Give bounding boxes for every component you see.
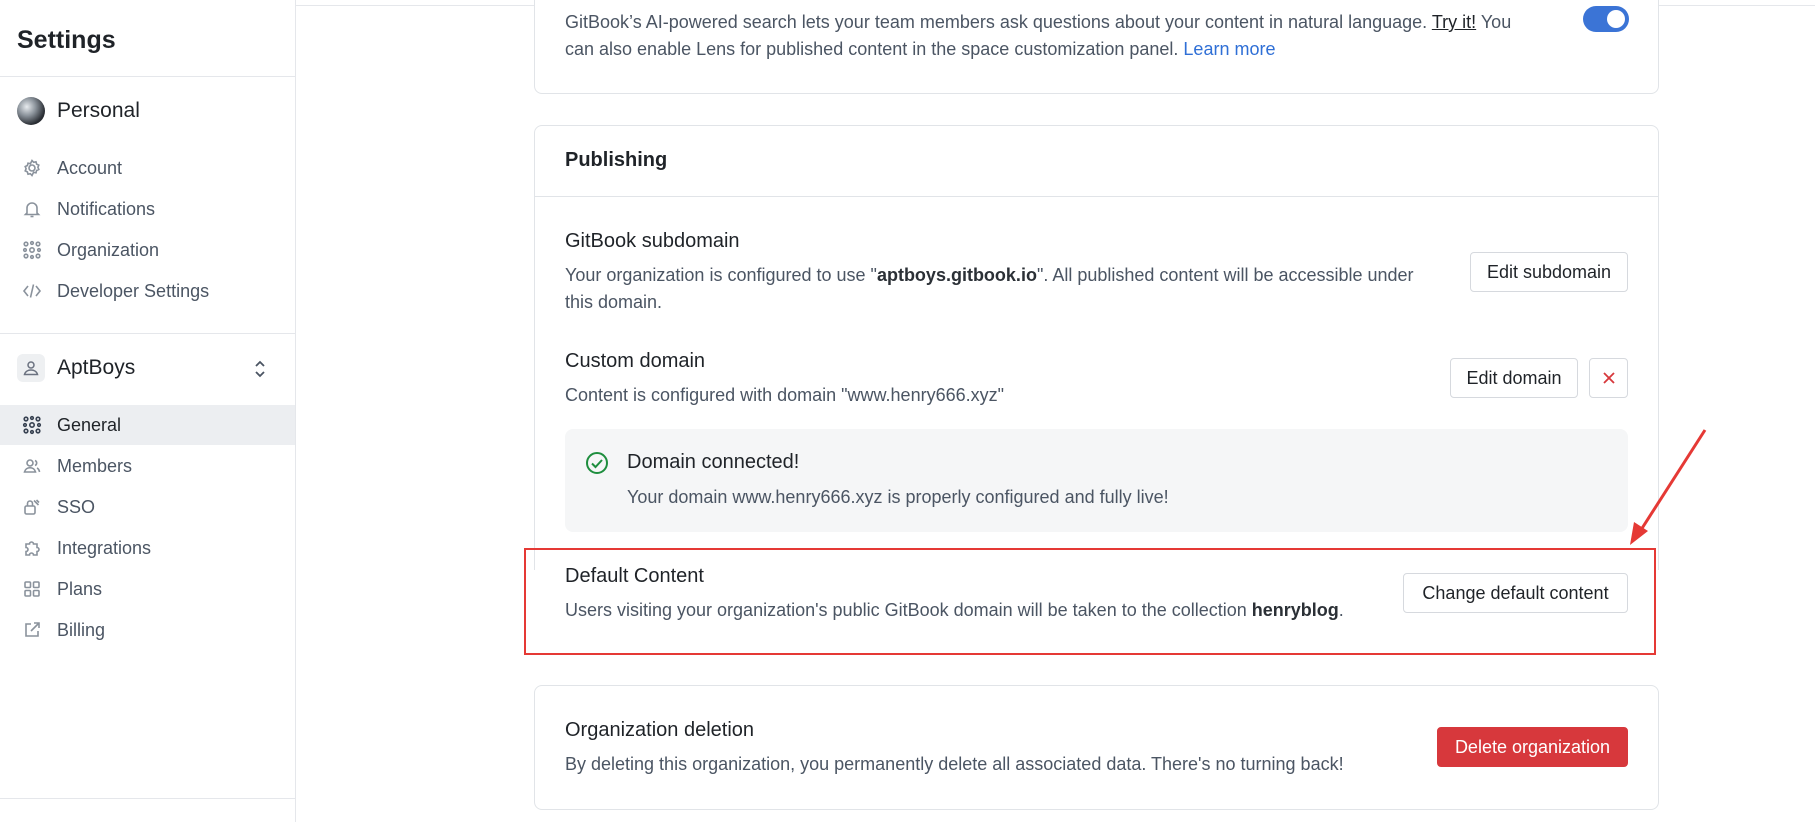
lens-description: GitBook’s AI-powered search lets your te… — [565, 9, 1565, 63]
external-link-icon — [22, 620, 42, 640]
sidebar-item-label: Notifications — [57, 198, 156, 219]
sso-icon — [22, 497, 42, 517]
sidebar-item-sso[interactable]: SSO — [0, 487, 295, 527]
try-it-link[interactable]: Try it! — [1432, 12, 1476, 32]
sidebar-item-plans[interactable]: Plans — [0, 569, 295, 609]
personal-label: Personal — [57, 99, 140, 122]
sidebar-item-label: Account — [57, 157, 123, 178]
highlight-box — [524, 548, 1656, 655]
notice-body: Your domain www.henry666.xyz is properly… — [627, 487, 1169, 507]
sidebar-item-label: Integrations — [57, 537, 152, 558]
code-icon — [22, 281, 42, 301]
sidebar-item-integrations[interactable]: Integrations — [0, 528, 295, 568]
sidebar-item-members[interactable]: Members — [0, 446, 295, 486]
avatar — [17, 97, 45, 125]
publishing-title: Publishing — [565, 149, 668, 171]
sidebar-divider — [0, 76, 296, 77]
close-icon — [1602, 372, 1615, 384]
delete-organization-button[interactable]: Delete organization — [1437, 727, 1628, 767]
deletion-heading: Organization deletion — [565, 719, 755, 741]
org-switcher[interactable]: AptBoys — [17, 354, 135, 382]
learn-more-link[interactable]: Learn more — [1183, 39, 1275, 59]
bell-icon — [22, 199, 42, 219]
toggle-knob — [1607, 10, 1625, 28]
sidebar-title: Settings — [17, 26, 116, 54]
custom-domain-heading: Custom domain — [565, 350, 706, 372]
lens-text: can also enable Lens for published conte… — [565, 39, 1184, 59]
lens-text: You — [1476, 12, 1512, 32]
sidebar-item-label: Billing — [57, 619, 106, 640]
sidebar-item-notifications[interactable]: Notifications — [0, 189, 295, 229]
org-icon — [17, 354, 45, 382]
subdomain-text: this domain. — [565, 292, 663, 312]
card-divider — [535, 196, 1658, 197]
sidebar-item-organization[interactable]: Organization — [0, 230, 295, 270]
sidebar-item-label: Plans — [57, 578, 103, 599]
subdomain-text: Your organization is configured to use " — [565, 265, 877, 285]
lens-text: GitBook’s AI-powered search lets your te… — [565, 12, 1432, 32]
sidebar-item-developer-settings[interactable]: Developer Settings — [0, 271, 295, 311]
check-circle-icon — [586, 452, 608, 474]
subdomain-description: Your organization is configured to use "… — [565, 262, 1465, 316]
sidebar-item-account[interactable]: Account — [0, 148, 295, 188]
subdomain-text: ". All published content will be accessi… — [1036, 265, 1414, 285]
sidebar-divider — [0, 798, 296, 799]
sidebar-item-label: Organization — [57, 239, 160, 260]
custom-domain-description: Content is configured with domain "www.h… — [565, 385, 1004, 405]
sidebar-item-label: SSO — [57, 496, 96, 517]
sidebar-divider — [0, 333, 296, 334]
gear-icon — [22, 158, 42, 178]
edit-subdomain-button[interactable]: Edit subdomain — [1470, 252, 1628, 292]
edit-domain-button[interactable]: Edit domain — [1450, 358, 1578, 398]
sidebar-item-billing[interactable]: Billing — [0, 610, 295, 650]
domain-connected-notice: Domain connected! Your domain www.henry6… — [565, 429, 1628, 532]
subdomain-value: aptboys.gitbook.io — [876, 265, 1037, 285]
organization-icon — [22, 240, 42, 260]
sidebar-item-label: General — [57, 414, 122, 435]
deletion-description: By deleting this organization, you perma… — [565, 754, 1344, 774]
members-icon — [22, 456, 42, 476]
lens-toggle[interactable] — [1583, 6, 1629, 32]
grid-icon — [22, 579, 42, 599]
chevron-up-down-icon[interactable] — [251, 358, 269, 380]
personal-section-header: Personal — [17, 97, 140, 125]
sidebar-item-general[interactable]: General — [0, 405, 295, 445]
organization-icon — [22, 415, 42, 435]
notice-title: Domain connected! — [627, 451, 800, 473]
sidebar-item-label: Developer Settings — [57, 280, 210, 301]
org-name: AptBoys — [57, 356, 136, 379]
remove-domain-button[interactable] — [1589, 358, 1628, 398]
sidebar-item-label: Members — [57, 455, 133, 476]
puzzle-icon — [22, 538, 42, 558]
subdomain-heading: GitBook subdomain — [565, 230, 740, 252]
settings-sidebar: Settings Personal Account Notifications … — [0, 0, 296, 822]
